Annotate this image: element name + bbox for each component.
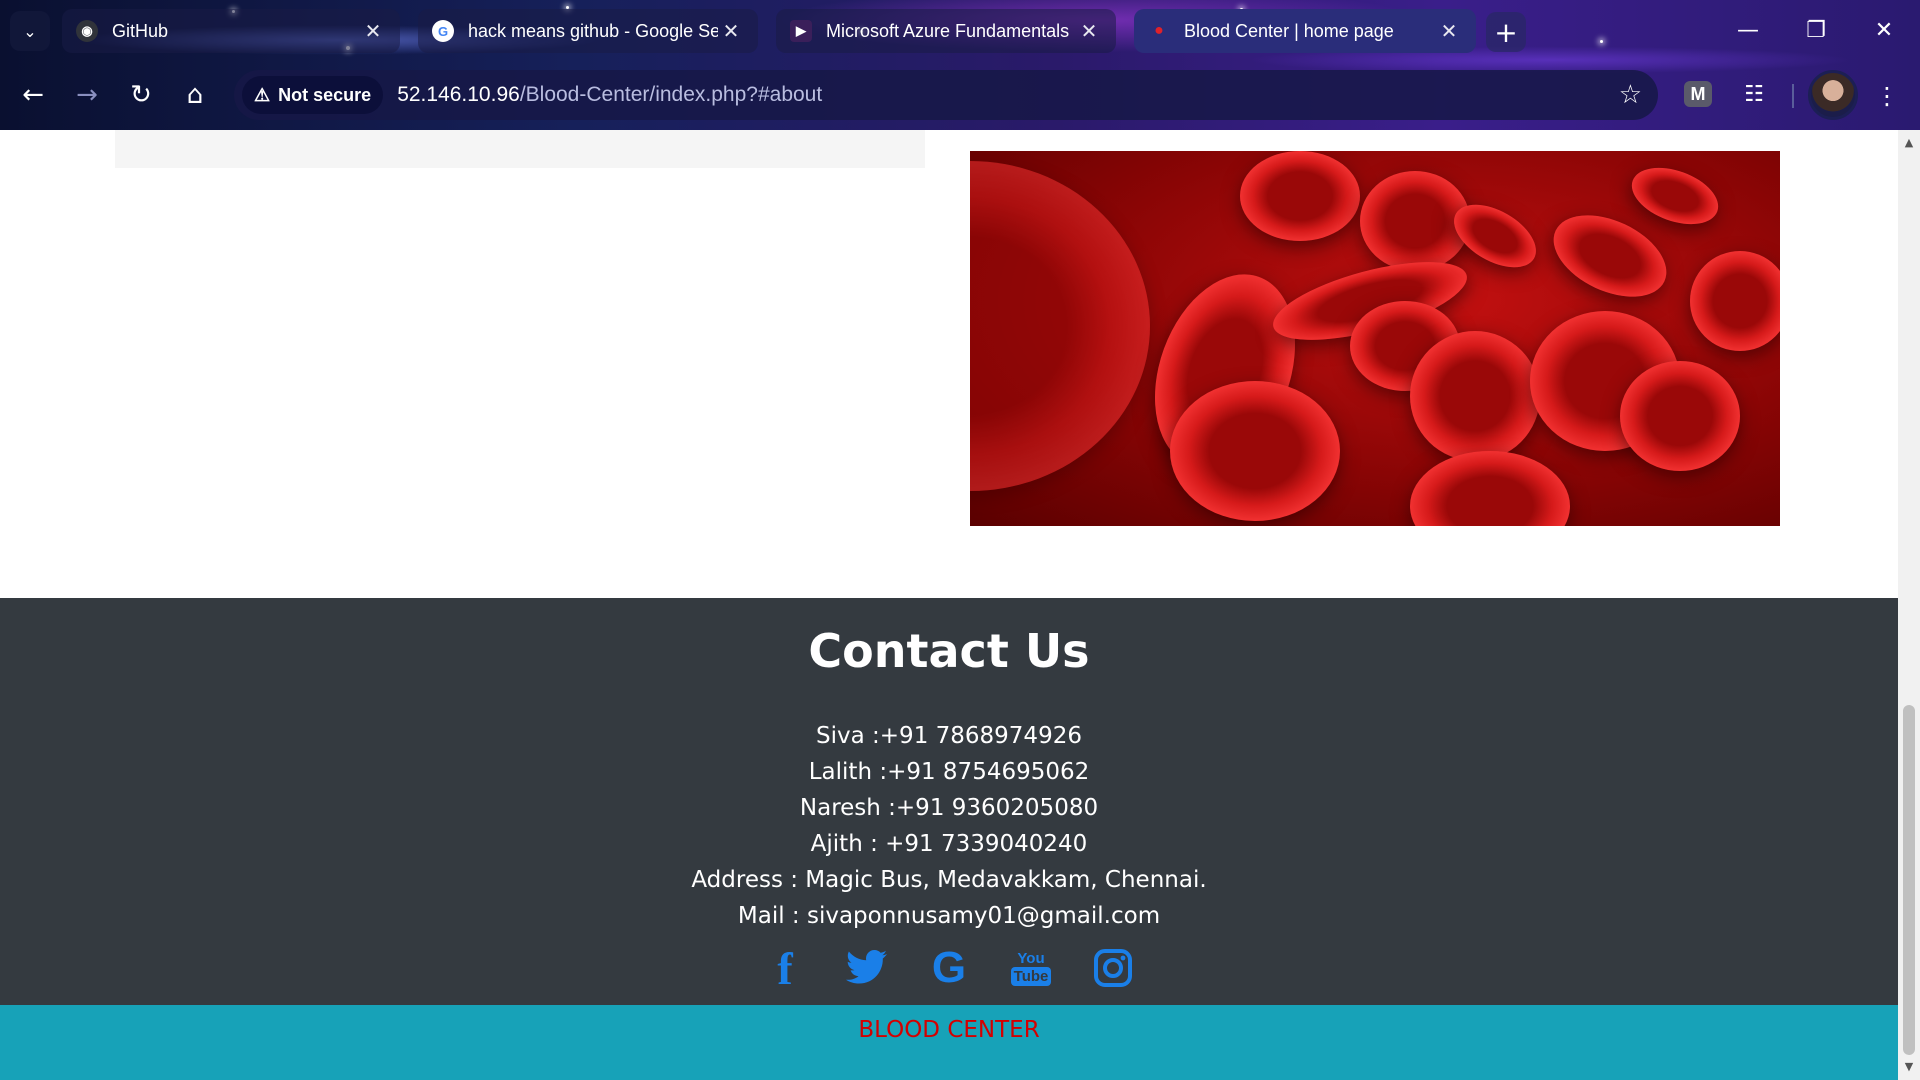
toolbar: ← → ↻ ⌂ ⚠ Not secure 52.146.10.96/Blood-… (0, 62, 1920, 128)
blood-cell (1410, 451, 1570, 526)
contact-line-mail: Mail : sivaponnusamy01@gmail.com (737, 903, 1161, 929)
instagram-camera-shape (1094, 949, 1132, 987)
contact-section: Contact Us Siva :+91 7868974926 Lalith :… (0, 598, 1898, 1005)
youtube-tube-text: Tube (1010, 967, 1052, 986)
close-icon: ✕ (1874, 17, 1894, 43)
blood-cell (1240, 151, 1360, 241)
arrow-left-icon: ← (22, 80, 44, 110)
contact-line-ajith: Ajith : +91 7339040240 (810, 831, 1088, 857)
url-host: 52.146.10.96 (397, 83, 520, 106)
star-icon[interactable]: ☆ (1619, 80, 1642, 110)
restore-icon: ❐ (1806, 17, 1826, 43)
arrow-right-icon: → (76, 80, 98, 110)
avatar[interactable] (1808, 70, 1858, 120)
page-viewport: Contact Us Siva :+91 7868974926 Lalith :… (0, 130, 1898, 1080)
home-button[interactable]: ⌂ (174, 74, 216, 116)
youtube-icon: ▶ (790, 20, 812, 42)
tab-azure-fundamentals[interactable]: ▶ Microsoft Azure Fundamentals ✕ (776, 9, 1116, 53)
puzzle-icon: ☷ (1744, 81, 1764, 107)
close-window-button[interactable]: ✕ (1850, 0, 1918, 60)
close-icon[interactable]: ✕ (1436, 19, 1462, 44)
about-text-panel (115, 130, 925, 168)
tab-search-button[interactable]: ⌄ (10, 11, 50, 51)
url-text[interactable]: 52.146.10.96/Blood-Center/index.php?#abo… (397, 83, 822, 107)
tab-title: hack means github - Google Search (468, 20, 718, 41)
close-icon[interactable]: ✕ (1076, 19, 1102, 44)
youtube-you-text: You (1017, 950, 1045, 967)
tab-title: GitHub (112, 20, 169, 41)
browser-chrome: ⌄ ◉ GitHub ✕ G hack means github - Googl… (0, 0, 1920, 130)
restore-button[interactable]: ❐ (1782, 0, 1850, 60)
minimize-icon: — (1737, 17, 1759, 43)
back-button[interactable]: ← (12, 74, 54, 116)
more-vertical-icon: ⋮ (1875, 82, 1899, 110)
extensions-button[interactable]: ☷ (1736, 76, 1772, 112)
tab-github[interactable]: ◉ GitHub ✕ (62, 9, 400, 53)
chevron-down-icon: ⌄ (23, 21, 37, 41)
blood-cell (1620, 361, 1740, 471)
menu-button[interactable]: ⋮ (1872, 76, 1902, 116)
blood-cell (970, 161, 1150, 491)
scroll-thumb[interactable] (1903, 705, 1915, 1055)
reload-icon: ↻ (130, 80, 152, 110)
contact-line-siva: Siva :+91 7868974926 (816, 723, 1082, 749)
home-icon: ⌂ (186, 80, 204, 110)
facebook-icon[interactable]: f (763, 943, 807, 994)
plus-icon: + (1494, 15, 1518, 49)
address-bar[interactable]: ⚠ Not secure 52.146.10.96/Blood-Center/i… (234, 70, 1658, 120)
security-indicator[interactable]: ⚠ Not secure (242, 76, 384, 114)
security-label: Not secure (278, 84, 372, 105)
blood-drop-icon: ● (1154, 22, 1164, 39)
close-icon[interactable]: ✕ (718, 19, 744, 44)
google-icon: G (432, 20, 454, 42)
tab-strip: ⌄ ◉ GitHub ✕ G hack means github - Googl… (0, 0, 1920, 62)
scroll-down-arrow[interactable]: ▼ (1898, 1056, 1920, 1076)
blood-cells-image (970, 151, 1780, 526)
blood-cell (1690, 251, 1780, 351)
forward-button[interactable]: → (66, 74, 108, 116)
social-links: f G You Tube (0, 943, 1898, 994)
footer-bar: BLOOD CENTER (0, 1005, 1898, 1080)
blood-cell (1410, 331, 1540, 461)
contact-line-address: Address : Magic Bus, Medavakkam, Chennai… (691, 867, 1207, 893)
twitter-icon[interactable] (845, 946, 889, 990)
youtube-icon[interactable]: You Tube (1009, 946, 1053, 990)
contact-line-lalith: Lalith :+91 8754695062 (808, 759, 1090, 785)
url-path: /Blood-Center/index.php?#about (519, 83, 823, 106)
footer-label: BLOOD CENTER (858, 1017, 1040, 1043)
minimize-button[interactable]: — (1714, 0, 1782, 60)
vertical-scrollbar[interactable]: ▲ ▼ (1898, 130, 1920, 1080)
scroll-up-arrow[interactable]: ▲ (1898, 132, 1920, 152)
warning-icon: ⚠ (254, 84, 271, 105)
tab-blood-center[interactable]: ● Blood Center | home page ✕ (1134, 9, 1476, 53)
toolbar-divider (1792, 84, 1794, 108)
close-icon[interactable]: ✕ (360, 19, 386, 44)
tab-title: Blood Center | home page (1184, 20, 1394, 41)
blood-cell (1170, 381, 1340, 521)
instagram-icon[interactable] (1091, 946, 1135, 990)
new-tab-button[interactable]: + (1486, 12, 1526, 52)
reload-button[interactable]: ↻ (120, 74, 162, 116)
contact-heading: Contact Us (808, 624, 1090, 678)
m-extension-icon: M (1684, 81, 1712, 107)
contact-details: Siva :+91 7868974926 Lalith :+91 8754695… (0, 718, 1898, 934)
tab-google-search[interactable]: G hack means github - Google Search ✕ (418, 9, 758, 53)
contact-line-naresh: Naresh :+91 9360205080 (799, 795, 1099, 821)
github-icon: ◉ (76, 20, 98, 42)
google-icon[interactable]: G (927, 943, 971, 992)
extension-m-button[interactable]: M (1680, 76, 1716, 112)
twitter-bird-shape (846, 950, 887, 984)
tab-title: Microsoft Azure Fundamentals (826, 20, 1070, 41)
blood-cell (1624, 157, 1726, 235)
